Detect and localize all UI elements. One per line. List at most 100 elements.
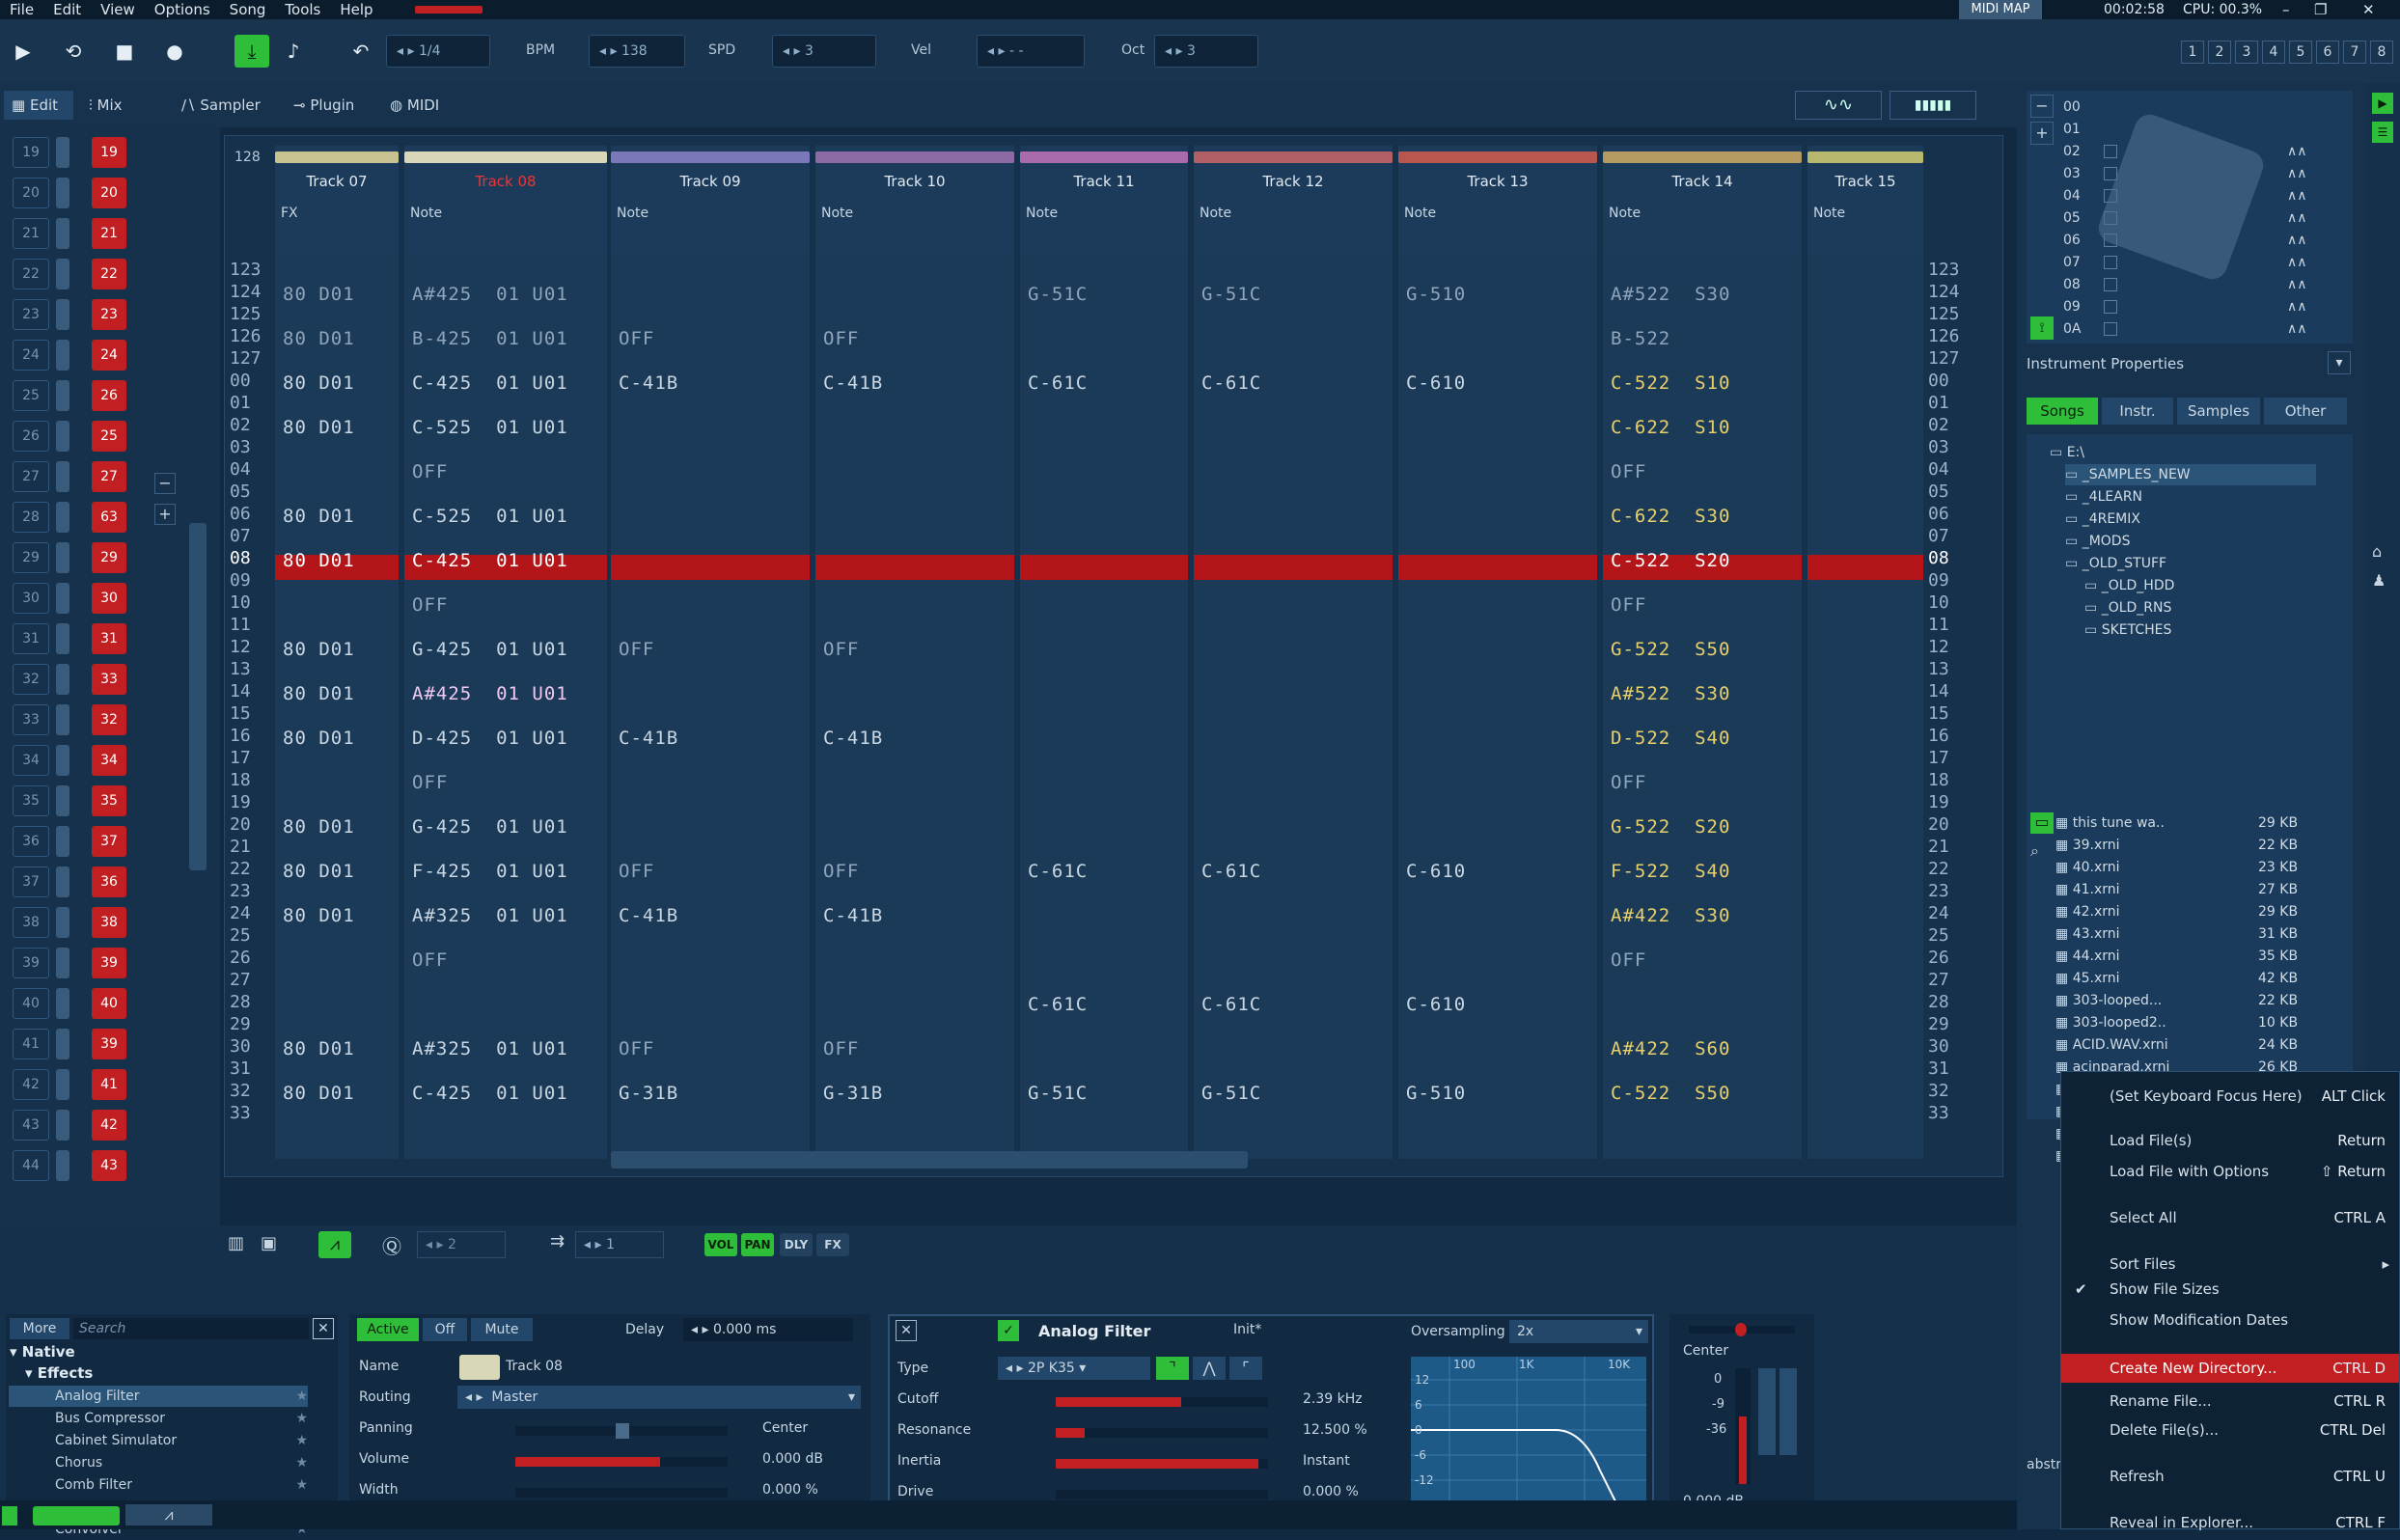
pattern-cell[interactable]: C-41B bbox=[619, 372, 678, 394]
meter-pan-handle[interactable] bbox=[1735, 1323, 1747, 1336]
fx-column-toggle[interactable]: FX bbox=[816, 1233, 849, 1256]
track-column[interactable]: Track 10 Note OFF C-41B OFF C-41B OFF C-41B OFF G… bbox=[815, 146, 1014, 1159]
pattern-cell[interactable]: OFF bbox=[1611, 772, 1646, 793]
track-name[interactable]: Track 15 bbox=[1807, 173, 1923, 190]
track-select-6[interactable]: 6 bbox=[2316, 41, 2339, 64]
pattern-cell[interactable]: A#522 S30 bbox=[1611, 683, 1730, 704]
pattern-cell[interactable]: OFF bbox=[823, 639, 859, 660]
pattern-cell[interactable]: OFF bbox=[412, 461, 448, 482]
pattern-matrix-icon[interactable]: ▥ bbox=[228, 1233, 244, 1253]
context-menu-item[interactable]: Rename File... CTRL R bbox=[2061, 1387, 2399, 1416]
pattern-cell[interactable]: D-522 S40 bbox=[1611, 728, 1730, 749]
pattern-cell[interactable]: G-510 bbox=[1406, 1083, 1466, 1104]
directory-node[interactable]: ▭ _4LEARN bbox=[2065, 486, 2142, 508]
pattern-cell[interactable]: 80 D01 bbox=[283, 550, 355, 571]
sequence-mute-strip[interactable] bbox=[56, 1110, 69, 1141]
track-name-field[interactable]: Track 08 bbox=[506, 1359, 563, 1374]
sequence-mute-strip[interactable] bbox=[56, 907, 69, 938]
pattern-cell[interactable]: F-425 01 U01 bbox=[412, 861, 568, 882]
play-instrument-icon[interactable]: ▶ bbox=[2372, 93, 2393, 114]
sequence-mute-strip[interactable] bbox=[56, 461, 69, 492]
restore-icon[interactable]: ❐ bbox=[2314, 0, 2339, 19]
pattern-cell[interactable]: A#522 S30 bbox=[1611, 284, 1730, 305]
pattern-cell[interactable]: 80 D01 bbox=[283, 816, 355, 838]
close-search-icon[interactable]: ✕ bbox=[313, 1318, 334, 1339]
file-row[interactable]: ▦ 303-looped2.. 10 KB bbox=[2055, 1012, 2316, 1033]
pattern-cell[interactable]: A#325 01 U01 bbox=[412, 1038, 568, 1059]
pattern-cell[interactable]: C-622 S10 bbox=[1611, 417, 1730, 438]
master-volume-slider[interactable] bbox=[415, 6, 483, 14]
pattern-cell[interactable]: G-510 bbox=[1406, 284, 1466, 305]
track-name[interactable]: Track 07 bbox=[275, 173, 399, 190]
instrument-slot[interactable]: 0A ∧∧ bbox=[2055, 318, 2345, 340]
sequence-mute-strip[interactable] bbox=[56, 259, 69, 289]
track-select-7[interactable]: 7 bbox=[2343, 41, 2366, 64]
pattern-spin-1[interactable]: ◂ ▸ 2 bbox=[417, 1231, 506, 1258]
sequence-pattern[interactable]: 19 bbox=[92, 137, 126, 168]
track-select-5[interactable]: 5 bbox=[2289, 41, 2312, 64]
pattern-cell[interactable]: 80 D01 bbox=[283, 284, 355, 305]
menu-edit[interactable]: Edit bbox=[43, 0, 91, 19]
sequence-slot-number[interactable]: 37 bbox=[13, 866, 49, 897]
pattern-cell[interactable]: 80 D01 bbox=[283, 683, 355, 704]
sequence-slot-number[interactable]: 26 bbox=[13, 421, 49, 452]
menu-tools[interactable]: Tools bbox=[275, 0, 330, 19]
sequence-slot-number[interactable]: 42 bbox=[13, 1069, 49, 1100]
follow-icon[interactable]: ⤓ bbox=[234, 35, 269, 68]
quantize-icon[interactable]: Ⓠ bbox=[382, 1231, 401, 1259]
star-icon[interactable]: ★ bbox=[295, 1474, 308, 1496]
pattern-cell[interactable]: B-425 01 U01 bbox=[412, 328, 568, 349]
sequence-pattern[interactable]: 33 bbox=[92, 664, 126, 695]
instrument-slot[interactable]: 09 ∧∧ bbox=[2055, 296, 2345, 317]
tab-songs[interactable]: Songs bbox=[2027, 398, 2098, 425]
pattern-cell[interactable]: C-61C bbox=[1201, 372, 1261, 394]
sequence-pattern[interactable]: 41 bbox=[92, 1069, 126, 1100]
pattern-cell[interactable]: F-522 S40 bbox=[1611, 861, 1730, 882]
pattern-cell[interactable]: OFF bbox=[412, 772, 448, 793]
instrument-slot[interactable]: 08 ∧∧ bbox=[2055, 274, 2345, 295]
pattern-cell[interactable]: C-61C bbox=[1028, 994, 1088, 1015]
track-column[interactable]: Track 08 Note A#425 01 U01 B-425 01 U01 C-42… bbox=[404, 146, 607, 1159]
pattern-cell[interactable]: C-522 S20 bbox=[1611, 550, 1730, 571]
pattern-cell[interactable]: C-525 01 U01 bbox=[412, 417, 568, 438]
pattern-cell[interactable]: OFF bbox=[1611, 949, 1646, 971]
sequence-mute-strip[interactable] bbox=[56, 988, 69, 1019]
filter-bandpass-icon[interactable]: ⋀ bbox=[1193, 1357, 1226, 1380]
device-preset[interactable]: Init* bbox=[1233, 1322, 1261, 1337]
pattern-cell[interactable]: C-41B bbox=[823, 905, 883, 926]
sequence-mute-strip[interactable] bbox=[56, 380, 69, 411]
sequence-slot-number[interactable]: 30 bbox=[13, 583, 49, 614]
sequence-mute-strip[interactable] bbox=[56, 502, 69, 533]
sequence-add-icon[interactable]: + bbox=[154, 504, 176, 525]
context-menu-item[interactable]: Show Modification Dates bbox=[2061, 1306, 2399, 1334]
sequence-mute-strip[interactable] bbox=[56, 218, 69, 249]
more-button[interactable]: More bbox=[10, 1318, 69, 1339]
sequence-slot-number[interactable]: 44 bbox=[13, 1150, 49, 1181]
pattern-cell[interactable]: A#425 01 U01 bbox=[412, 683, 568, 704]
pattern-cell[interactable]: OFF bbox=[1611, 594, 1646, 616]
resonance-slider[interactable] bbox=[1056, 1428, 1268, 1438]
track-column[interactable]: Track 15 Note bbox=[1807, 146, 1923, 1159]
track-select-3[interactable]: 3 bbox=[2235, 41, 2258, 64]
sequence-pattern[interactable]: 22 bbox=[92, 259, 126, 289]
sequence-pattern[interactable]: 40 bbox=[92, 988, 126, 1019]
sequence-slot-number[interactable]: 41 bbox=[13, 1029, 49, 1059]
sequence-mute-strip[interactable] bbox=[56, 583, 69, 614]
pattern-cell[interactable]: C-610 bbox=[1406, 861, 1466, 882]
dly-column-toggle[interactable]: DLY bbox=[780, 1233, 813, 1256]
instrument-properties-label[interactable]: Instrument Properties bbox=[2027, 355, 2184, 372]
group-effects[interactable]: ▾ Effects bbox=[25, 1364, 93, 1382]
sequence-mute-strip[interactable] bbox=[56, 704, 69, 735]
sequence-remove-icon[interactable]: − bbox=[154, 473, 176, 494]
pattern-cell[interactable]: A#325 01 U01 bbox=[412, 905, 568, 926]
directory-node[interactable]: ▭ E:\ bbox=[2050, 442, 2084, 463]
pattern-cell[interactable]: C-522 S10 bbox=[1611, 372, 1730, 394]
tab-other[interactable]: Other bbox=[2264, 398, 2347, 425]
sequence-pattern[interactable]: 32 bbox=[92, 704, 126, 735]
track-column[interactable]: Track 12 Note G-51C C-61C C-61C C-61C G-51C bbox=[1194, 146, 1393, 1159]
pattern-cell[interactable]: C-525 01 U01 bbox=[412, 506, 568, 527]
file-row[interactable]: ▦ 45.xrni 42 KB bbox=[2055, 968, 2316, 989]
pattern-cell[interactable]: OFF bbox=[412, 949, 448, 971]
sequence-pattern[interactable]: 39 bbox=[92, 1029, 126, 1059]
sequence-pattern[interactable]: 23 bbox=[92, 299, 126, 330]
